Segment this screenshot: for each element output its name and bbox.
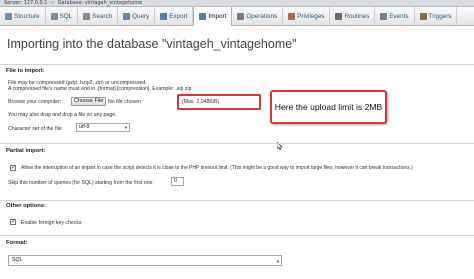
tab-label: SQL [59, 12, 73, 20]
tab-label: Import [208, 13, 227, 20]
operations-icon [237, 12, 245, 20]
structure-icon [5, 12, 12, 20]
file-to-import-heading: File to import: [6, 68, 45, 74]
tab-label: Routines [344, 12, 370, 20]
triggers-icon [419, 12, 427, 20]
tab-bar: Structure SQL Search Query Export Import Opera… [0, 7, 474, 26]
breadcrumb: Server: 127.0.0.1 » Database: vintageh_v… [0, 0, 474, 7]
chevron-down-icon: ▼ [124, 125, 128, 130]
max-size-highlight [177, 94, 261, 110]
tab-sql[interactable]: SQL [46, 7, 79, 25]
tab-label: Structure [14, 12, 40, 20]
callout-text: Here the upload limit is 2MB [274, 102, 383, 112]
divider [0, 200, 474, 201]
charset-select[interactable]: utf-8 ▼ [76, 123, 130, 132]
no-file-chosen: No file chosen [108, 99, 141, 105]
name-note: A compressed file's name must end in .[f… [8, 86, 192, 92]
allow-interrupt-label: Allow the interruption of an import in c… [21, 165, 413, 171]
partial-import-heading: Partial import: [6, 148, 46, 154]
chevron-down-icon: ▼ [276, 259, 280, 264]
foreign-key-label: Enable foreign key checks [21, 220, 82, 226]
tab-label: Export [169, 12, 188, 20]
breadcrumb-separator: » [51, 0, 55, 6]
tab-operations[interactable]: Operations [232, 7, 284, 25]
page-title: Importing into the database "vintageh_vi… [7, 37, 297, 51]
sql-icon [50, 12, 58, 20]
charset-value: utf-8 [79, 124, 90, 130]
divider [0, 235, 474, 236]
import-icon [199, 13, 207, 20]
format-heading: Format: [6, 240, 28, 246]
query-icon [123, 12, 131, 20]
divider [0, 143, 474, 144]
other-options-heading: Other options: [6, 203, 46, 209]
choose-file-button[interactable]: Choose File [71, 97, 107, 106]
tab-query[interactable]: Query [118, 7, 156, 25]
privileges-icon [288, 12, 296, 20]
foreign-key-checkbox[interactable] [10, 218, 16, 225]
format-select[interactable]: SQL ▼ [8, 255, 282, 266]
export-icon [160, 12, 168, 20]
tab-routines[interactable]: Routines [330, 7, 376, 25]
allow-interrupt-checkbox[interactable] [10, 164, 16, 171]
tab-privileges[interactable]: Privileges [283, 7, 331, 25]
server-breadcrumb-link[interactable]: Server: 127.0.0.1 [4, 0, 47, 6]
charset-label: Character set of the file: [8, 126, 64, 132]
tab-import[interactable]: Import [193, 7, 233, 26]
routines-icon [335, 12, 343, 20]
divider [0, 64, 474, 65]
tab-label: Search [92, 12, 113, 20]
tab-export[interactable]: Export [155, 7, 194, 25]
tab-label: Events [389, 12, 409, 20]
skip-queries-input[interactable]: 0 [171, 177, 184, 186]
browse-label: Browse your computer: [8, 99, 62, 105]
skip-queries-label: Skip this number of queries (for SQL) st… [8, 180, 154, 186]
drag-drop-note: You may also drag and drop a file on any… [8, 112, 117, 118]
tab-events[interactable]: Events [375, 7, 415, 25]
database-breadcrumb-link[interactable]: Database: vintageh_vintagehome [58, 0, 143, 6]
search-icon [83, 12, 91, 20]
tab-label: Privileges [297, 12, 325, 20]
format-value: SQL [12, 257, 23, 263]
tab-search[interactable]: Search [78, 7, 119, 25]
tab-label: Operations [246, 12, 278, 20]
upload-limit-callout: Here the upload limit is 2MB [270, 90, 387, 124]
tab-label: Triggers [428, 12, 452, 20]
tab-label: Query [132, 12, 150, 20]
events-icon [380, 12, 388, 20]
tab-structure[interactable]: Structure [0, 7, 46, 25]
tab-triggers[interactable]: Triggers [415, 7, 458, 25]
